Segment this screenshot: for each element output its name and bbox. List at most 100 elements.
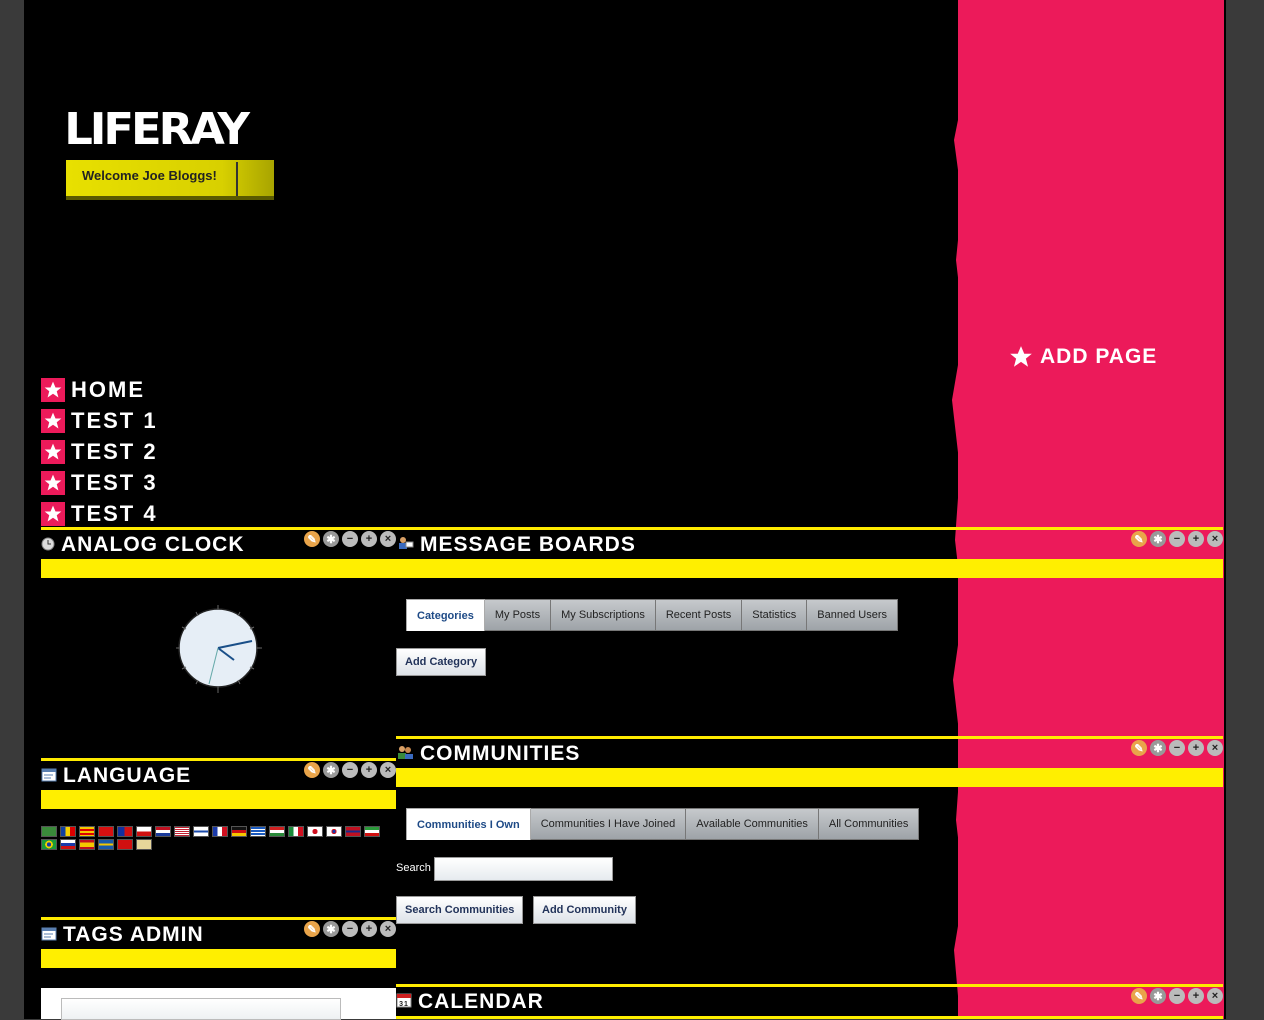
portlet-title-text: MESSAGE BOARDS bbox=[420, 533, 636, 556]
window-icon bbox=[41, 923, 57, 947]
flag-icon-ca[interactable] bbox=[79, 826, 95, 837]
flag-icon-zh-tw[interactable] bbox=[117, 826, 133, 837]
close-icon[interactable]: × bbox=[380, 531, 396, 547]
minimize-icon[interactable]: − bbox=[342, 921, 358, 937]
look-and-feel-icon[interactable]: ✎ bbox=[1131, 531, 1147, 547]
pink-side-band bbox=[958, 0, 1224, 1019]
portlet-controls: ✎ ✱ − + × bbox=[304, 762, 396, 778]
configuration-gear-icon[interactable]: ✱ bbox=[1150, 740, 1166, 756]
flag-icon-it[interactable] bbox=[288, 826, 304, 837]
flag-icon-ar[interactable] bbox=[41, 826, 57, 837]
flag-icon-el[interactable] bbox=[250, 826, 266, 837]
flag-icon-es[interactable] bbox=[79, 839, 95, 850]
nav-item-test-3[interactable]: TEST 3 bbox=[41, 467, 158, 498]
message-boards-icon bbox=[396, 533, 414, 557]
nav-item-test-1[interactable]: TEST 1 bbox=[41, 405, 158, 436]
minimize-icon[interactable]: − bbox=[1169, 988, 1185, 1004]
flag-icon-nb[interactable] bbox=[345, 826, 361, 837]
portlet-title: MESSAGE BOARDS bbox=[396, 533, 636, 557]
flag-icon-pt-br[interactable] bbox=[41, 839, 57, 850]
flag-icon-ko[interactable] bbox=[326, 826, 342, 837]
tab-statistics[interactable]: Statistics bbox=[742, 599, 808, 631]
maximize-icon[interactable]: + bbox=[1188, 531, 1204, 547]
tab-banned-users[interactable]: Banned Users bbox=[807, 599, 899, 631]
language-flags bbox=[41, 826, 391, 850]
communities-tabs: Communities I Own Communities I Have Joi… bbox=[406, 808, 920, 840]
portlet-title-text: COMMUNITIES bbox=[420, 742, 581, 765]
main-navigation: HOME TEST 1 TEST 2 TEST 3 TEST 4 bbox=[41, 374, 158, 529]
tab-communities-i-own[interactable]: Communities I Own bbox=[406, 808, 531, 840]
look-and-feel-icon[interactable]: ✎ bbox=[304, 531, 320, 547]
look-and-feel-icon[interactable]: ✎ bbox=[304, 921, 320, 937]
communities-search-input[interactable] bbox=[434, 857, 613, 881]
flag-icon-fi[interactable] bbox=[193, 826, 209, 837]
flag-icon-tr[interactable] bbox=[117, 839, 133, 850]
nav-item-test-2[interactable]: TEST 2 bbox=[41, 436, 158, 467]
site-logo[interactable]: LIFERAY bbox=[64, 108, 250, 152]
close-icon[interactable]: × bbox=[1207, 740, 1223, 756]
configuration-gear-icon[interactable]: ✱ bbox=[323, 762, 339, 778]
language-portlet-header: LANGUAGE ✎ ✱ − + × bbox=[41, 758, 396, 810]
message-boards-tabs: Categories My Posts My Subscriptions Rec… bbox=[406, 599, 899, 631]
window-icon bbox=[41, 764, 57, 788]
minimize-icon[interactable]: − bbox=[342, 762, 358, 778]
add-category-button[interactable]: Add Category bbox=[396, 648, 487, 676]
communities-portlet-header: COMMUNITIES ✎ ✱ − + × bbox=[396, 736, 1223, 788]
nav-item-label: TEST 1 bbox=[71, 407, 158, 433]
nav-item-home[interactable]: HOME bbox=[41, 374, 158, 405]
configuration-gear-icon[interactable]: ✱ bbox=[323, 921, 339, 937]
flag-icon-de[interactable] bbox=[231, 826, 247, 837]
maximize-icon[interactable]: + bbox=[1188, 740, 1204, 756]
communities-icon bbox=[396, 742, 414, 766]
nav-item-label: HOME bbox=[71, 376, 145, 402]
calendar-portlet-header: 31 CALENDAR ✎ ✱ − + × bbox=[396, 984, 1223, 1019]
tags-admin-field[interactable] bbox=[61, 998, 341, 1020]
configuration-gear-icon[interactable]: ✱ bbox=[1150, 988, 1166, 1004]
flag-icon-ca-ad[interactable] bbox=[60, 826, 76, 837]
tab-categories[interactable]: Categories bbox=[406, 599, 485, 631]
look-and-feel-icon[interactable]: ✎ bbox=[304, 762, 320, 778]
minimize-icon[interactable]: − bbox=[1169, 740, 1185, 756]
look-and-feel-icon[interactable]: ✎ bbox=[1131, 988, 1147, 1004]
portlet-title-text: ANALOG CLOCK bbox=[61, 533, 245, 556]
minimize-icon[interactable]: − bbox=[1169, 531, 1185, 547]
add-community-button[interactable]: Add Community bbox=[533, 896, 636, 924]
add-page-button[interactable]: ADD PAGE bbox=[1008, 344, 1157, 370]
flag-icon-sv[interactable] bbox=[98, 839, 114, 850]
configuration-gear-icon[interactable]: ✱ bbox=[323, 531, 339, 547]
portlet-top-line bbox=[396, 527, 1223, 530]
maximize-icon[interactable]: + bbox=[361, 762, 377, 778]
close-icon[interactable]: × bbox=[1207, 988, 1223, 1004]
flag-icon-hu[interactable] bbox=[269, 826, 285, 837]
maximize-icon[interactable]: + bbox=[361, 531, 377, 547]
tab-my-posts[interactable]: My Posts bbox=[484, 599, 552, 631]
nav-item-test-4[interactable]: TEST 4 bbox=[41, 498, 158, 529]
tab-all-communities[interactable]: All Communities bbox=[818, 808, 920, 840]
flag-icon-ja[interactable] bbox=[307, 826, 323, 837]
tab-available-communities[interactable]: Available Communities bbox=[686, 808, 819, 840]
flag-icon-en-us[interactable] bbox=[174, 826, 190, 837]
look-and-feel-icon[interactable]: ✎ bbox=[1131, 740, 1147, 756]
portlet-yellow-bar bbox=[41, 790, 396, 809]
tab-communities-i-have-joined[interactable]: Communities I Have Joined bbox=[530, 808, 687, 840]
configuration-gear-icon[interactable]: ✱ bbox=[1150, 531, 1166, 547]
flag-icon-fa[interactable] bbox=[364, 826, 380, 837]
tab-my-subscriptions[interactable]: My Subscriptions bbox=[551, 599, 656, 631]
close-icon[interactable]: × bbox=[1207, 531, 1223, 547]
minimize-icon[interactable]: − bbox=[342, 531, 358, 547]
flag-icon-fr[interactable] bbox=[212, 826, 228, 837]
maximize-icon[interactable]: + bbox=[361, 921, 377, 937]
tab-recent-posts[interactable]: Recent Posts bbox=[655, 599, 743, 631]
message-boards-portlet-header: MESSAGE BOARDS ✎ ✱ − + × bbox=[396, 527, 1223, 579]
flag-icon-ru[interactable] bbox=[60, 839, 76, 850]
close-icon[interactable]: × bbox=[380, 921, 396, 937]
search-communities-button[interactable]: Search Communities bbox=[396, 896, 524, 924]
close-icon[interactable]: × bbox=[380, 762, 396, 778]
clock-icon bbox=[41, 533, 55, 557]
flag-icon-nl[interactable] bbox=[155, 826, 171, 837]
flag-icon-vi[interactable] bbox=[136, 839, 152, 850]
portlet-controls: ✎ ✱ − + × bbox=[1131, 740, 1223, 756]
maximize-icon[interactable]: + bbox=[1188, 988, 1204, 1004]
flag-icon-zh-cn[interactable] bbox=[98, 826, 114, 837]
flag-icon-cs[interactable] bbox=[136, 826, 152, 837]
